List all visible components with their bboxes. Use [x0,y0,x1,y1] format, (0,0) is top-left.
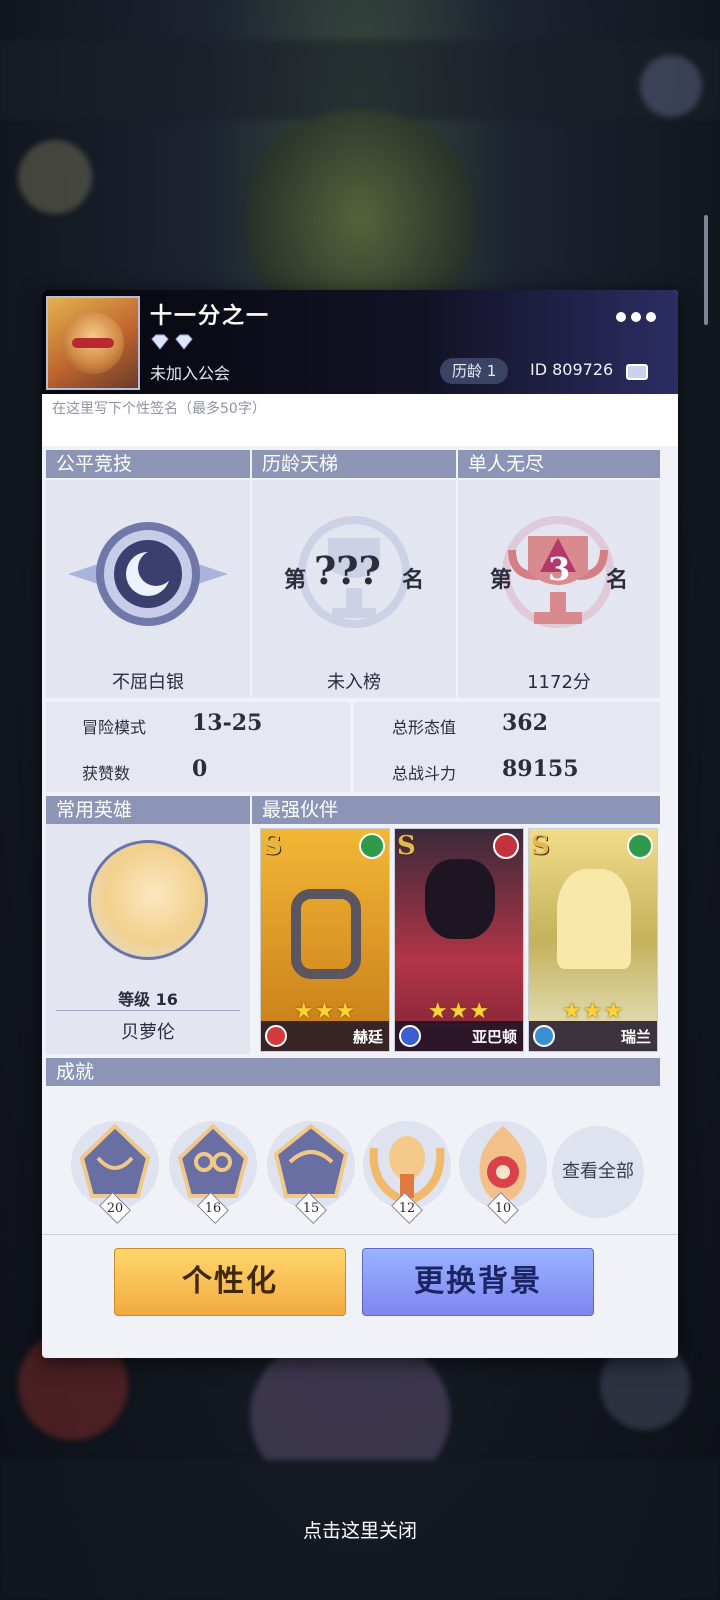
combat-power-label: 总战斗力 [392,764,457,783]
endless-rank-prefix: 第 [490,567,513,593]
ladder-status: 未入榜 [327,672,381,693]
achievement-badge[interactable]: 15 [264,1118,358,1224]
change-background-button[interactable]: 更换背景 [362,1248,594,1316]
faction-icon [627,833,653,859]
hero-name: 贝萝伦 [121,1022,175,1043]
fair-arena-rank-name: 不屈白银 [112,672,184,693]
endless-rank-suffix: 名 [606,567,629,593]
endless-rank-number: 3 [548,550,571,588]
player-avatar[interactable] [46,296,140,390]
hero-divider [56,1010,240,1011]
partner-card[interactable]: S ★★★ 亚巴顿 [394,828,524,1052]
achievements-title: 成就 [46,1058,660,1086]
common-hero-title: 常用英雄 [46,796,250,824]
faction-icon [493,833,519,859]
partner-art [291,889,361,979]
achievement-count: 10 [494,1200,512,1216]
signature-field[interactable]: 在这里写下个性签名（最多50字） [42,394,678,446]
divider [42,1234,678,1235]
more-options-button[interactable] [616,312,656,322]
partner-art [557,869,631,969]
fair-arena-card[interactable]: 不屈白银 [46,480,250,698]
partner-footer: 亚巴顿 [395,1021,523,1051]
profile-header: 十一分之一 未加入公会 历龄 1 ID 809726 [42,290,678,394]
class-icon [265,1025,287,1047]
achievement-badge[interactable]: 10 [456,1118,550,1224]
achievement-badge[interactable]: 20 [68,1118,162,1224]
hero-portrait [88,840,208,960]
achievement-count: 15 [302,1200,320,1216]
background-icon [640,55,702,117]
age-badge: 历龄 1 [440,358,509,384]
common-hero-card[interactable]: 等级 16 贝萝伦 [46,824,250,1054]
likes-label: 获赞数 [82,764,131,783]
endless-title: 单人无尽 [458,450,660,478]
player-nickname: 十一分之一 [150,304,271,329]
copy-id-icon[interactable] [626,364,648,380]
grade-badge: S [531,831,550,861]
partner-card[interactable]: S ★★★ 瑞兰 [528,828,658,1052]
diamond-icon [175,334,193,350]
combat-power-value: 89155 [502,756,579,782]
achievement-count: 12 [398,1200,416,1216]
guild-status: 未加入公会 [150,364,231,383]
adventure-mode-value: 13-25 [192,710,263,736]
partner-name: 瑞兰 [620,1028,651,1046]
partner-art [425,859,495,939]
ladder-card[interactable]: 第 ??? 名 未入榜 [252,480,456,698]
strongest-partners-title: 最强伙伴 [252,796,660,824]
likes-value: 0 [192,756,208,782]
endless-card[interactable]: 第 3 名 1172分 [458,480,660,698]
ladder-rank-suffix: 名 [402,567,425,593]
profile-panel: 十一分之一 未加入公会 历龄 1 ID 809726 在这里写下个性签名（最多5… [42,290,678,1358]
class-icon [399,1025,421,1047]
hero-level: 等级 16 [118,990,178,1009]
stats-left: 冒险模式 13-25 获赞数 0 [46,702,350,792]
grade-badge: S [263,831,282,861]
close-hint-button[interactable]: 点击这里关闭 [0,1516,720,1543]
endless-score: 1172分 [527,672,591,693]
rank-diamonds [150,334,194,350]
achievement-count: 20 [106,1200,124,1216]
partner-name: 赫廷 [352,1028,383,1046]
partner-footer: 赫廷 [261,1021,389,1051]
ladder-title: 历龄天梯 [252,450,456,478]
achievement-badge[interactable]: 16 [166,1118,260,1224]
signature-placeholder: 在这里写下个性签名（最多50字） [52,401,266,417]
grade-badge: S [397,831,416,861]
stats-right: 总形态值 362 总战斗力 89155 [354,702,660,792]
scrollbar[interactable] [704,215,708,325]
ladder-rank-prefix: 第 [284,567,307,593]
form-total-label: 总形态值 [392,718,457,737]
avatar-portrait [62,312,124,374]
personalize-button[interactable]: 个性化 [114,1248,346,1316]
form-total-value: 362 [502,710,548,736]
partner-name: 亚巴顿 [471,1028,517,1046]
partner-footer: 瑞兰 [529,1021,657,1051]
partner-card[interactable]: S ★★★ 赫廷 [260,828,390,1052]
achievement-count: 16 [204,1200,222,1216]
view-all-achievements-button[interactable]: 查看全部 [552,1126,644,1218]
player-id: ID 809726 [530,360,614,379]
background-top-bar [0,40,720,120]
background-icon [18,140,92,214]
faction-icon [359,833,385,859]
adventure-mode-label: 冒险模式 [82,718,147,737]
class-icon [533,1025,555,1047]
silver-rank-emblem-icon [68,522,228,626]
ladder-rank-number: ??? [314,548,381,593]
fair-arena-title: 公平竞技 [46,450,250,478]
diamond-icon [151,334,169,350]
achievement-badge[interactable]: 12 [360,1118,454,1224]
